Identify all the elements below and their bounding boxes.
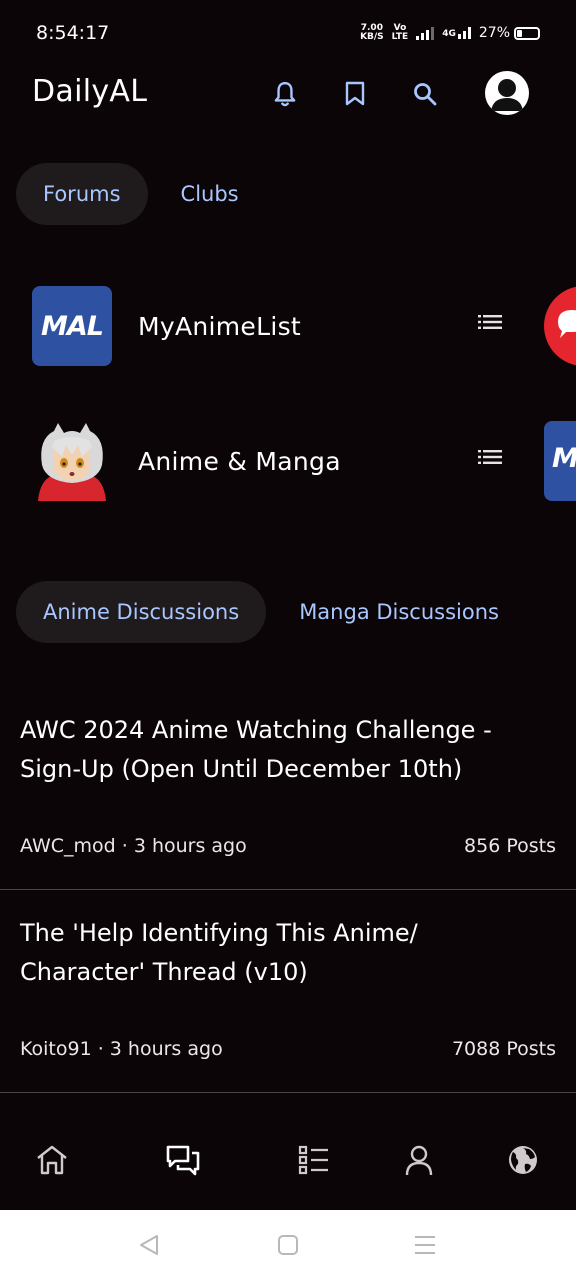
topic-posts: 856 Posts (464, 835, 556, 857)
battery-percent: 27% (478, 25, 510, 41)
forum-peek-logo (544, 286, 576, 366)
app-title: DailyAL (32, 74, 148, 109)
app-bar: DailyAL (0, 66, 576, 122)
topic-posts: 7088 Posts (451, 1038, 556, 1060)
inuyasha-avatar (32, 421, 112, 501)
tab-manga-discussions-label: Manga Discussions (299, 600, 499, 624)
profile-icon[interactable] (401, 1142, 437, 1178)
forum-item-anime-manga[interactable]: Anime & Manga (32, 421, 576, 501)
status-icons: 7.00 KB/S Vo LTE 4G 27% (360, 24, 540, 42)
status-time: 8:54:17 (36, 22, 110, 44)
tab-anime-discussions[interactable]: Anime Discussions (16, 581, 267, 643)
status-bar: 8:54:17 7.00 KB/S Vo LTE 4G 27% (0, 0, 576, 66)
bookmark-icon[interactable] (337, 76, 373, 112)
topic-item[interactable]: AWC 2024 Anime Watching Challenge - Sign… (0, 711, 576, 889)
speed-unit: KB/S (360, 32, 384, 42)
network-speed: 7.00 KB/S (360, 24, 384, 42)
topic-title: The 'Help Identifying This Anime/ Charac… (20, 919, 418, 986)
mal-logo: MAL (32, 286, 112, 366)
volte-bottom: LTE (391, 32, 409, 42)
forum-item-myanimelist[interactable]: MAL MyAnimeList (32, 286, 576, 366)
back-icon[interactable] (136, 1232, 162, 1258)
tab-forums[interactable]: Forums (16, 163, 148, 225)
topic-meta: AWC_mod · 3 hours ago (20, 835, 247, 857)
tab-clubs[interactable]: Clubs (154, 163, 266, 225)
avatar[interactable] (485, 71, 529, 115)
tab-clubs-label: Clubs (180, 182, 239, 206)
discussion-tabs: Anime Discussions Manga Discussions (16, 581, 499, 643)
bottom-nav (0, 1094, 576, 1210)
system-nav-bar (0, 1210, 576, 1280)
divider (0, 1092, 576, 1093)
battery-icon (514, 26, 540, 40)
home-icon[interactable] (34, 1142, 70, 1178)
forum-icon[interactable] (165, 1142, 201, 1178)
volte-icon: Vo LTE (392, 24, 409, 42)
forum-peek-logo: M (544, 421, 576, 501)
tab-anime-discussions-label: Anime Discussions (43, 600, 240, 624)
tab-forums-label: Forums (43, 182, 121, 206)
forum-name: Anime & Manga (138, 446, 341, 476)
home-square-icon[interactable] (275, 1232, 301, 1258)
network-type: 4G (442, 29, 456, 39)
topic-item[interactable]: The 'Help Identifying This Anime/ Charac… (0, 914, 576, 1092)
topic-title: AWC 2024 Anime Watching Challenge - Sign… (20, 716, 492, 783)
battery: 27% (479, 25, 540, 41)
mal-logo-text: MAL (41, 310, 104, 342)
forum-tabs: Forums Clubs (16, 163, 266, 225)
signal-icon (416, 26, 435, 40)
list-nav-icon[interactable] (296, 1142, 332, 1178)
forum-name: MyAnimeList (138, 311, 301, 341)
topic-meta: Koito91 · 3 hours ago (20, 1038, 223, 1060)
divider (0, 889, 576, 890)
list-icon[interactable] (478, 449, 502, 469)
search-icon[interactable] (407, 76, 443, 112)
tab-manga-discussions[interactable]: Manga Discussions (272, 581, 499, 643)
bell-icon[interactable] (267, 76, 303, 112)
menu-icon[interactable] (412, 1232, 438, 1258)
signal-4g-icon: 4G (442, 27, 471, 39)
list-icon[interactable] (478, 314, 502, 334)
globe-icon[interactable] (505, 1142, 541, 1178)
